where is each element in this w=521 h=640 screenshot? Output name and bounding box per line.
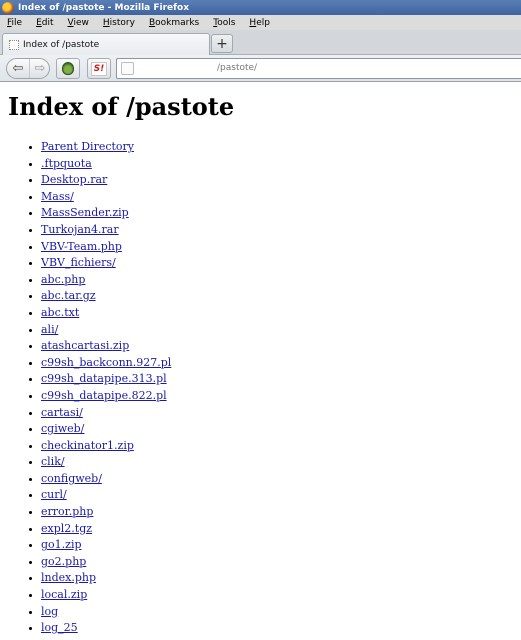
browser-window: Index of /pastote - Mozilla Firefox File…	[0, 0, 521, 640]
entry-link[interactable]: Parent Directory	[41, 140, 134, 153]
list-item: abc.php	[41, 272, 171, 289]
menu-bookmarks[interactable]: Bookmarks	[149, 18, 199, 28]
entry-link[interactable]: log_25	[41, 621, 78, 634]
entry-link[interactable]: c99sh_datapipe.313.pl	[41, 372, 167, 385]
list-item: log_25	[41, 620, 171, 637]
entry-link[interactable]: configweb/	[41, 472, 102, 485]
entry-link[interactable]: abc.txt	[41, 306, 79, 319]
list-item: c99sh_datapipe.313.pl	[41, 371, 171, 388]
back-arrow-icon[interactable]: ⇦	[7, 59, 29, 78]
list-item: error.php	[41, 504, 171, 521]
menu-tools[interactable]: Tools	[213, 18, 235, 28]
list-item: abc.tar.gz	[41, 288, 171, 305]
entry-link[interactable]: cartasi/	[41, 406, 83, 419]
list-item: ali/	[41, 322, 171, 339]
list-item: VBV-Team.php	[41, 239, 171, 256]
list-item: c99sh_datapipe.822.pl	[41, 388, 171, 405]
site-identity-icon[interactable]	[121, 62, 134, 75]
list-item: local.zip	[41, 587, 171, 604]
page-heading: Index of /pastote	[8, 92, 235, 121]
menu-edit[interactable]: Edit	[36, 18, 53, 28]
entry-link[interactable]: VBV_fichiers/	[41, 256, 116, 269]
title-bar: Index of /pastote - Mozilla Firefox	[0, 0, 521, 15]
entry-link[interactable]: local.zip	[41, 588, 87, 601]
entry-link[interactable]: VBV-Team.php	[41, 240, 122, 253]
list-item: Desktop.rar	[41, 172, 171, 189]
forward-arrow-icon[interactable]: ⇨	[29, 59, 50, 78]
addon-button-onion[interactable]	[56, 58, 80, 79]
list-item: Parent Directory	[41, 139, 171, 156]
addon-button-s[interactable]: S!	[87, 58, 111, 79]
entry-link[interactable]: cgiweb/	[41, 422, 84, 435]
entry-link[interactable]: error.php	[41, 505, 93, 518]
page-content: Index of /pastote Parent Directory .ftpqu…	[0, 83, 521, 640]
list-item: .ftpquota	[41, 156, 171, 173]
entry-link[interactable]: .ftpquota	[41, 157, 92, 170]
entry-link[interactable]: abc.tar.gz	[41, 289, 96, 302]
tab-active[interactable]: Index of /pastote	[2, 33, 210, 55]
url-bar[interactable]: /pastote/	[116, 58, 521, 79]
entry-link[interactable]: go2.php	[41, 555, 86, 568]
menu-history[interactable]: History	[103, 18, 135, 28]
list-item: go1.zip	[41, 537, 171, 554]
list-item: lndex.php	[41, 570, 171, 587]
entry-link[interactable]: expl2.tgz	[41, 522, 92, 535]
list-item: clik/	[41, 454, 171, 471]
menu-bar: File Edit View History Bookmarks Tools Help	[0, 15, 521, 30]
entry-link[interactable]: ali/	[41, 323, 58, 336]
list-item: Mass/	[41, 189, 171, 206]
entry-link[interactable]: lndex.php	[41, 571, 96, 584]
list-item: checkinator1.zip	[41, 438, 171, 455]
tab-strip: Index of /pastote +	[0, 30, 521, 55]
entry-link[interactable]: atashcartasi.zip	[41, 339, 129, 352]
s-badge-icon: S!	[91, 61, 107, 76]
menu-file[interactable]: File	[7, 18, 22, 28]
navigation-toolbar: ⇦ ⇨ S! /pastote/	[0, 55, 521, 82]
entry-link[interactable]: clik/	[41, 455, 65, 468]
tab-title: Index of /pastote	[23, 39, 100, 50]
list-item: MassSender.zip	[41, 205, 171, 222]
list-item: log	[41, 604, 171, 621]
list-item: atashcartasi.zip	[41, 338, 171, 355]
firefox-logo-icon	[2, 1, 14, 14]
list-item: Turkojan4.rar	[41, 222, 171, 239]
page-favicon-icon	[9, 39, 19, 50]
url-text[interactable]: /pastote/	[217, 63, 257, 73]
entry-link[interactable]: curl/	[41, 488, 67, 501]
onion-icon	[62, 62, 74, 75]
entry-link[interactable]: log	[41, 605, 58, 618]
list-item: configweb/	[41, 471, 171, 488]
entry-link[interactable]: c99sh_backconn.927.pl	[41, 356, 171, 369]
entry-link[interactable]: Turkojan4.rar	[41, 223, 119, 236]
menu-help[interactable]: Help	[249, 18, 270, 28]
back-forward-group: ⇦ ⇨	[6, 58, 50, 79]
entry-link[interactable]: abc.php	[41, 273, 85, 286]
list-item: go2.php	[41, 554, 171, 571]
entry-link[interactable]: Desktop.rar	[41, 173, 107, 186]
menu-view[interactable]: View	[68, 18, 89, 28]
list-item: cartasi/	[41, 405, 171, 422]
entry-link[interactable]: Mass/	[41, 190, 74, 203]
entry-link[interactable]: go1.zip	[41, 538, 82, 551]
directory-listing: Parent Directory .ftpquota Desktop.rar Mass…	[0, 139, 171, 637]
list-item: abc.txt	[41, 305, 171, 322]
window-title: Index of /pastote - Mozilla Firefox	[18, 2, 190, 13]
entry-link[interactable]: checkinator1.zip	[41, 439, 134, 452]
new-tab-button[interactable]: +	[211, 34, 233, 53]
list-item: expl2.tgz	[41, 521, 171, 538]
entry-link[interactable]: MassSender.zip	[41, 206, 129, 219]
list-item: VBV_fichiers/	[41, 255, 171, 272]
list-item: curl/	[41, 487, 171, 504]
entry-link[interactable]: c99sh_datapipe.822.pl	[41, 389, 167, 402]
list-item: c99sh_backconn.927.pl	[41, 355, 171, 372]
list-item: cgiweb/	[41, 421, 171, 438]
